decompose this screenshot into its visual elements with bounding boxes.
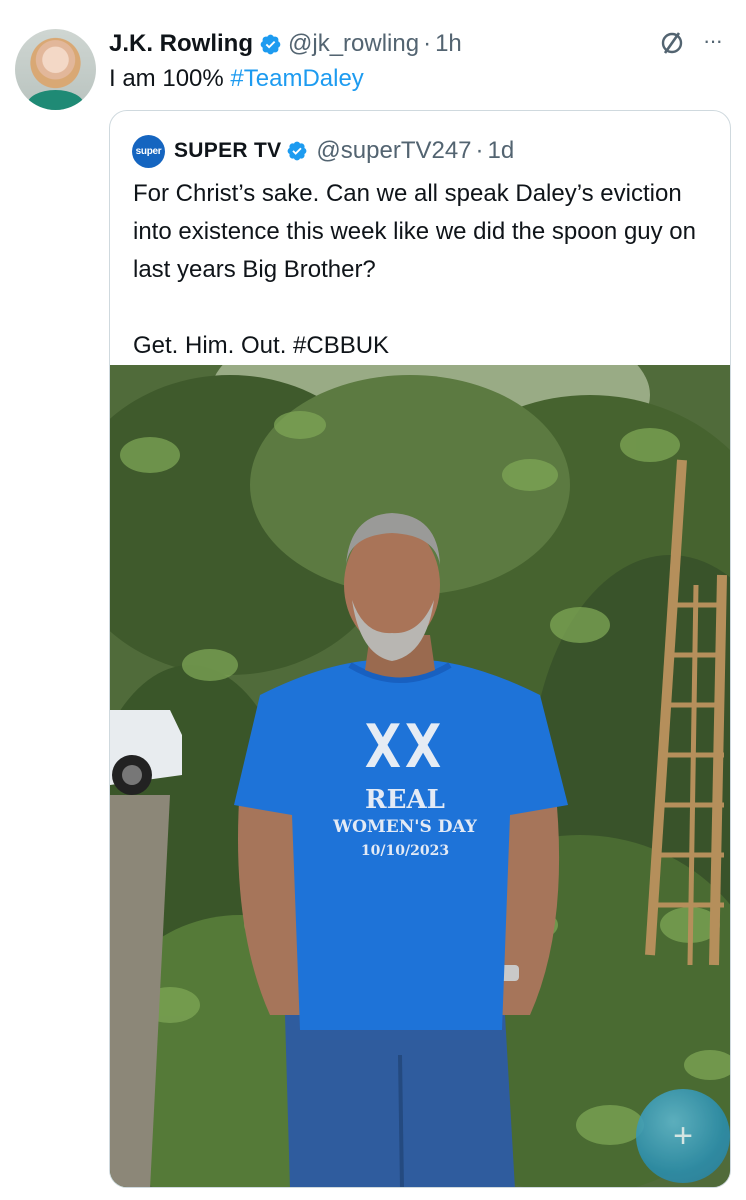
shirt-line-2: WOMEN'S DAY bbox=[333, 817, 477, 837]
quoted-text: For Christ’s sake. Can we all speak Dale… bbox=[133, 180, 697, 359]
tweet-time[interactable]: 1h bbox=[435, 30, 462, 58]
shirt-print: XX REAL WOMEN'S DAY 10/10/2023 bbox=[330, 717, 480, 863]
author-avatar[interactable] bbox=[15, 29, 96, 110]
author-handle[interactable]: @jk_rowling bbox=[288, 30, 419, 58]
hashtag-link[interactable]: #TeamDaley bbox=[230, 65, 363, 92]
quoted-time[interactable]: 1d bbox=[488, 137, 515, 165]
quoted-tweet[interactable]: super SUPER TV @superTV247 · 1d For Chri… bbox=[109, 110, 731, 1188]
quoted-avatar[interactable]: super bbox=[132, 134, 165, 168]
tweet-text-prefix: I am 100% bbox=[109, 65, 231, 92]
quoted-handle[interactable]: @superTV247 bbox=[316, 137, 471, 165]
verified-badge-icon bbox=[260, 34, 281, 54]
tweet-header: J.K. Rowling @jk_rowling · 1h bbox=[109, 26, 462, 62]
separator-dot: · bbox=[423, 30, 432, 57]
separator-dot: · bbox=[475, 137, 484, 164]
shirt-line-1: REAL bbox=[365, 785, 445, 815]
tweet-text: I am 100% #TeamDaley bbox=[109, 62, 364, 96]
compose-plus-icon[interactable]: + bbox=[636, 1089, 730, 1183]
shirt-xx: XX bbox=[364, 712, 446, 782]
tweet: J.K. Rowling @jk_rowling · 1h ··· I am 1… bbox=[0, 0, 746, 1200]
author-name[interactable]: J.K. Rowling bbox=[109, 30, 253, 58]
quoted-photo[interactable]: XX REAL WOMEN'S DAY 10/10/2023 bbox=[110, 365, 730, 1187]
avatar-shoulders bbox=[27, 90, 84, 110]
grok-icon[interactable] bbox=[659, 30, 685, 56]
quoted-header: super SUPER TV @superTV247 · 1d bbox=[132, 134, 515, 168]
more-icon[interactable]: ··· bbox=[703, 29, 733, 53]
quoted-author-name[interactable]: SUPER TV bbox=[174, 139, 281, 163]
shirt-line-3: 10/10/2023 bbox=[360, 843, 450, 859]
verified-badge-icon bbox=[288, 141, 307, 161]
